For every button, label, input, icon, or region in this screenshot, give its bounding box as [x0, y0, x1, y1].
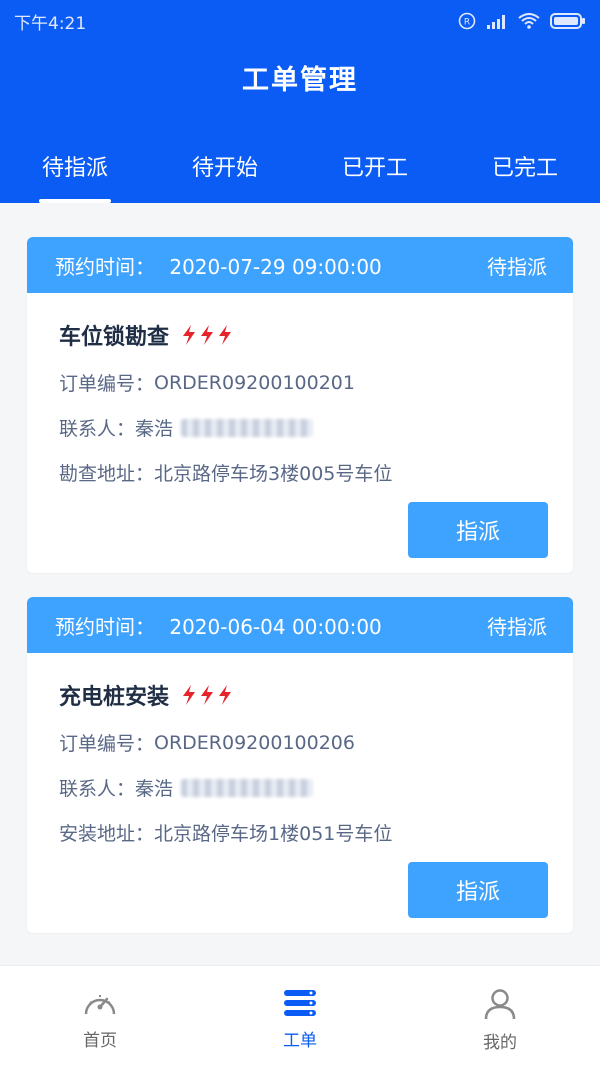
card-body: 充电桩安装 订单编号： ORDER09200100206 联系人： 秦浩 安装地…	[27, 653, 573, 918]
registered-icon: R	[458, 12, 476, 30]
blurred-phone	[181, 418, 314, 437]
address-label: 勘查地址：	[59, 463, 155, 485]
lightning-icon	[201, 685, 214, 705]
nav-orders-label: 工单	[283, 1031, 317, 1051]
wifi-icon	[518, 13, 540, 29]
contact-label: 联系人：	[59, 778, 136, 800]
lightning-icon	[183, 325, 196, 345]
contact-row: 联系人： 秦浩	[59, 774, 541, 801]
status-badge: 待指派	[487, 254, 547, 279]
status-icons: R	[458, 12, 586, 30]
contact-name: 秦浩	[135, 778, 174, 800]
appointment-value: 2020-07-29 09:00:00	[169, 254, 382, 279]
status-tabs: 待指派 待开始 已开工 已完工	[0, 140, 600, 203]
tab-completed[interactable]: 已完工	[450, 140, 600, 203]
status-bar: 下午4:21 R	[0, 0, 600, 42]
card-body: 车位锁勘查 订单编号： ORDER09200100201 联系人： 秦浩 勘查地…	[27, 293, 573, 558]
app-header: 下午4:21 R 工单管理 待指派 待开始 已开工 已完工	[0, 0, 600, 203]
nav-profile-label: 我的	[483, 1033, 517, 1053]
nav-orders[interactable]: 工单	[200, 966, 400, 1067]
battery-icon	[550, 13, 585, 29]
status-time: 下午4:21	[14, 13, 87, 34]
address-label: 安装地址：	[59, 823, 155, 845]
card-header: 预约时间： 2020-06-04 00:00:00 待指派	[27, 597, 573, 653]
contact-row: 联系人： 秦浩	[59, 414, 541, 441]
order-list: 预约时间： 2020-07-29 09:00:00 待指派 车位锁勘查 订单编号…	[0, 203, 600, 965]
order-number-value: ORDER09200100201	[154, 371, 355, 394]
order-card: 预约时间： 2020-06-04 00:00:00 待指派 充电桩安装 订单编号…	[27, 597, 573, 933]
lightning-icon	[219, 685, 232, 705]
order-number-label: 订单编号：	[59, 373, 155, 395]
address-value: 北京路停车场3楼005号车位	[154, 463, 393, 485]
dashboard-icon	[84, 995, 116, 1015]
nav-home[interactable]: 首页	[0, 966, 200, 1067]
address-row: 安装地址： 北京路停车场1楼051号车位	[59, 819, 541, 846]
service-name: 充电桩安装	[59, 685, 170, 710]
page-title: 工单管理	[242, 65, 358, 96]
appointment-time: 预约时间： 2020-07-29 09:00:00	[55, 251, 382, 280]
bottom-navigation: 首页 工单 我的	[0, 965, 600, 1067]
order-number-row: 订单编号： ORDER09200100201	[59, 369, 541, 396]
lightning-icon	[183, 685, 196, 705]
appointment-value: 2020-06-04 00:00:00	[169, 614, 382, 639]
order-number-label: 订单编号：	[59, 733, 155, 755]
tab-in-progress[interactable]: 已开工	[300, 140, 450, 203]
nav-profile[interactable]: 我的	[400, 966, 600, 1067]
card-header: 预约时间： 2020-07-29 09:00:00 待指派	[27, 237, 573, 293]
list-icon	[284, 990, 316, 1016]
tab-pending-start[interactable]: 待开始	[150, 140, 300, 203]
service-title: 充电桩安装	[59, 679, 541, 711]
nav-home-label: 首页	[83, 1031, 117, 1051]
urgency-icons	[181, 324, 233, 346]
address-row: 勘查地址： 北京路停车场3楼005号车位	[59, 459, 541, 486]
assign-button[interactable]: 指派	[408, 862, 548, 918]
contact-name: 秦浩	[135, 418, 174, 440]
appointment-label: 预约时间：	[55, 614, 155, 639]
blurred-phone	[181, 778, 314, 797]
appointment-label: 预约时间：	[55, 254, 155, 279]
contact-label: 联系人：	[59, 418, 136, 440]
lightning-icon	[201, 325, 214, 345]
svg-text:R: R	[464, 18, 470, 28]
service-title: 车位锁勘查	[59, 319, 541, 351]
urgency-icons	[181, 684, 233, 706]
order-number-value: ORDER09200100206	[154, 731, 355, 754]
user-icon	[484, 989, 516, 1020]
address-value: 北京路停车场1楼051号车位	[154, 823, 393, 845]
order-number-row: 订单编号： ORDER09200100206	[59, 729, 541, 756]
assign-button[interactable]: 指派	[408, 502, 548, 558]
order-card: 预约时间： 2020-07-29 09:00:00 待指派 车位锁勘查 订单编号…	[27, 237, 573, 573]
tab-pending-assign[interactable]: 待指派	[0, 140, 150, 203]
appointment-time: 预约时间： 2020-06-04 00:00:00	[55, 611, 382, 640]
service-name: 车位锁勘查	[59, 325, 170, 350]
status-badge: 待指派	[487, 614, 547, 639]
signal-icon	[487, 15, 505, 29]
lightning-icon	[219, 325, 232, 345]
